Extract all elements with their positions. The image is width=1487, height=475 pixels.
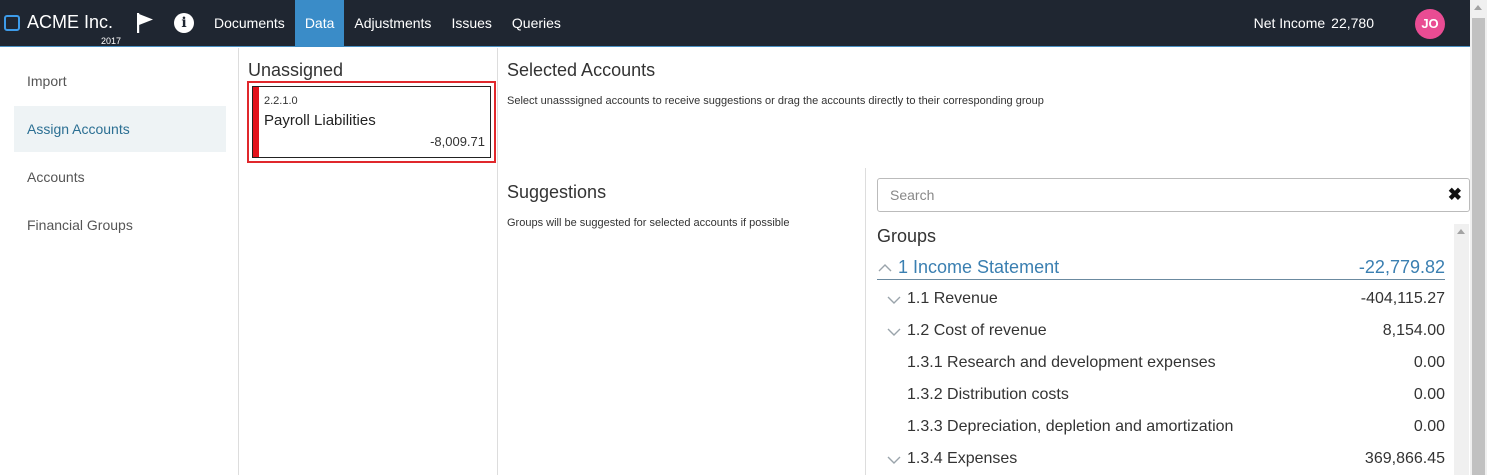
main-nav: Documents Data Adjustments Issues Querie… — [204, 0, 571, 47]
clear-search-icon[interactable]: ✖ — [1448, 186, 1462, 204]
nav-tab-queries[interactable]: Queries — [502, 0, 571, 47]
group-name: 1.3.2 Distribution costs — [907, 386, 1069, 403]
selected-accounts-title: Selected Accounts — [507, 60, 656, 80]
group-name: 1.3.4 Expenses — [907, 450, 1018, 467]
page-scrollbar[interactable] — [1470, 0, 1487, 475]
group-name: 1.3.1 Research and development expenses — [907, 354, 1216, 371]
unassigned-title: Unassigned — [248, 60, 344, 80]
group-row[interactable]: 1.3.2 Distribution costs 0.00 — [886, 380, 1445, 412]
group-row[interactable]: 1.1 Revenue -404,115.27 — [886, 284, 1445, 316]
nav-tab-adjustments[interactable]: Adjustments — [344, 0, 441, 47]
group-value: 0.00 — [1413, 418, 1445, 435]
group-value: 0.00 — [1413, 354, 1445, 371]
group-name: 1 Income Statement — [898, 257, 1060, 277]
app-year: 2017 — [101, 36, 122, 46]
chevron-up-icon[interactable] — [877, 260, 893, 276]
suggestions-title: Suggestions — [507, 182, 607, 202]
group-row[interactable]: 1 Income Statement -22,779.82 — [877, 252, 1445, 280]
selected-accounts-hint: Select unasssigned accounts to receive s… — [507, 95, 1044, 107]
scroll-up-arrow-icon[interactable] — [1474, 5, 1482, 10]
panel-divider — [865, 168, 866, 475]
sidebar: Import Assign Accounts Accounts Financia… — [0, 48, 239, 475]
unassigned-panel: Unassigned 2.2.1.0 Payroll Liabilities -… — [239, 48, 498, 475]
group-name: 1.3.3 Depreciation, depletion and amorti… — [907, 418, 1234, 435]
nav-tab-data[interactable]: Data — [294, 0, 345, 47]
account-card[interactable]: 2.2.1.0 Payroll Liabilities -8,009.71 — [247, 81, 496, 163]
net-income-label: Net Income — [1253, 15, 1326, 31]
top-bar: ACME Inc. 2017 i Documents Data Adjustme… — [0, 0, 1470, 47]
account-color-bar — [253, 87, 259, 157]
group-name: 1.1 Revenue — [907, 290, 998, 307]
group-value: 8,154.00 — [1382, 322, 1445, 339]
sidebar-item-import[interactable]: Import — [14, 58, 226, 104]
groups-title: Groups — [877, 226, 937, 246]
account-name: Payroll Liabilities — [264, 112, 376, 129]
groups-scrollbar[interactable] — [1454, 224, 1469, 475]
main-panel: Selected Accounts Select unasssigned acc… — [499, 48, 1470, 475]
group-value: -22,779.82 — [1358, 257, 1445, 277]
scrollbar-thumb[interactable] — [1472, 18, 1485, 475]
sidebar-item-assign-accounts[interactable]: Assign Accounts — [14, 106, 226, 152]
chevron-down-icon[interactable] — [886, 291, 902, 307]
app-name: ACME Inc. — [27, 12, 114, 32]
net-income: Net Income 22,780 — [1248, 15, 1374, 31]
groups-scroll-up-icon[interactable] — [1457, 229, 1465, 234]
group-row[interactable]: 1.2 Cost of revenue 8,154.00 — [886, 316, 1445, 348]
groups-search: ✖ — [877, 178, 1470, 212]
account-amount: -8,009.71 — [430, 134, 485, 149]
app-brand[interactable]: ACME Inc. 2017 — [2, 8, 126, 46]
group-row[interactable]: 1.3.3 Depreciation, depletion and amorti… — [886, 412, 1445, 444]
net-income-value: 22,780 — [1331, 15, 1374, 31]
flag-icon[interactable] — [136, 13, 156, 33]
nav-tab-issues[interactable]: Issues — [441, 0, 501, 47]
group-value: -404,115.27 — [1360, 290, 1445, 307]
group-value: 369,866.45 — [1364, 450, 1445, 467]
chevron-down-icon[interactable] — [886, 451, 902, 467]
suggestions-hint: Groups will be suggested for selected ac… — [507, 217, 790, 229]
sidebar-item-financial-groups[interactable]: Financial Groups — [14, 202, 226, 248]
info-icon[interactable]: i — [174, 13, 194, 33]
group-row[interactable]: 1.3.1 Research and development expenses … — [886, 348, 1445, 380]
sidebar-item-accounts[interactable]: Accounts — [14, 154, 226, 200]
group-row[interactable]: 1.3.4 Expenses 369,866.45 — [886, 444, 1445, 475]
account-code: 2.2.1.0 — [264, 95, 298, 107]
user-avatar[interactable]: JO — [1415, 9, 1445, 39]
nav-tab-documents[interactable]: Documents — [204, 0, 295, 47]
app-logo-icon — [4, 15, 20, 31]
account-card-body: 2.2.1.0 Payroll Liabilities -8,009.71 — [252, 86, 491, 158]
group-value: 0.00 — [1413, 386, 1445, 403]
chevron-down-icon[interactable] — [886, 323, 902, 339]
group-name: 1.2 Cost of revenue — [907, 322, 1047, 339]
groups-search-input[interactable] — [878, 179, 1418, 211]
